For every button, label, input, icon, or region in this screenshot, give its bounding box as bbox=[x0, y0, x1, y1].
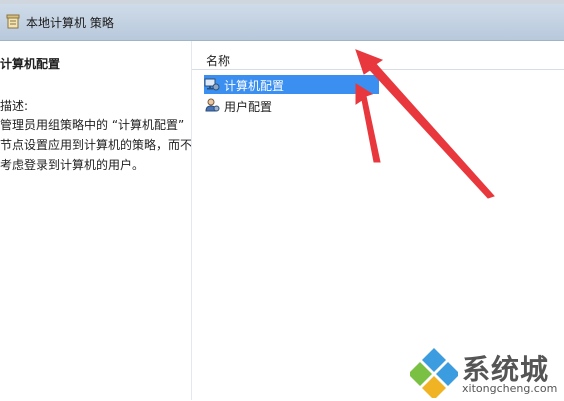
policy-scroll-icon bbox=[6, 14, 20, 30]
description-line: 考虑登录到计算机的用户。 bbox=[0, 158, 145, 172]
site-watermark: 系统城 xitongcheng.com bbox=[408, 346, 564, 400]
list-item-user-config[interactable]: 用户配置 bbox=[204, 96, 379, 115]
description-label: 描述: bbox=[0, 99, 29, 113]
column-header-name[interactable]: 名称 bbox=[192, 49, 564, 70]
watermark-url: xitongcheng.com bbox=[462, 382, 558, 395]
diamond-logo-icon bbox=[408, 348, 460, 400]
selected-node-heading: 计算机配置 bbox=[0, 57, 61, 71]
description-line: 管理员用组策略中的 “计算机配置” bbox=[0, 118, 185, 132]
column-header-label: 名称 bbox=[206, 54, 231, 68]
computer-config-icon bbox=[204, 76, 220, 92]
description-pane: 计算机配置 描述: 管理员用组策略中的 “计算机配置” 节点设置应用到计算机的策… bbox=[0, 41, 193, 400]
list-item-label: 计算机配置 bbox=[224, 79, 285, 93]
window-title: 本地计算机 策略 bbox=[26, 16, 114, 30]
description-line: 节点设置应用到计算机的策略，而不 bbox=[0, 138, 193, 152]
list-item-computer-config[interactable]: 计算机配置 bbox=[204, 75, 379, 94]
description-text: 管理员用组策略中的 “计算机配置” 节点设置应用到计算机的策略，而不 考虑登录到… bbox=[0, 115, 193, 175]
user-config-icon bbox=[204, 97, 220, 113]
window-title-bar: 本地计算机 策略 bbox=[0, 4, 564, 41]
list-item-label: 用户配置 bbox=[224, 100, 273, 114]
